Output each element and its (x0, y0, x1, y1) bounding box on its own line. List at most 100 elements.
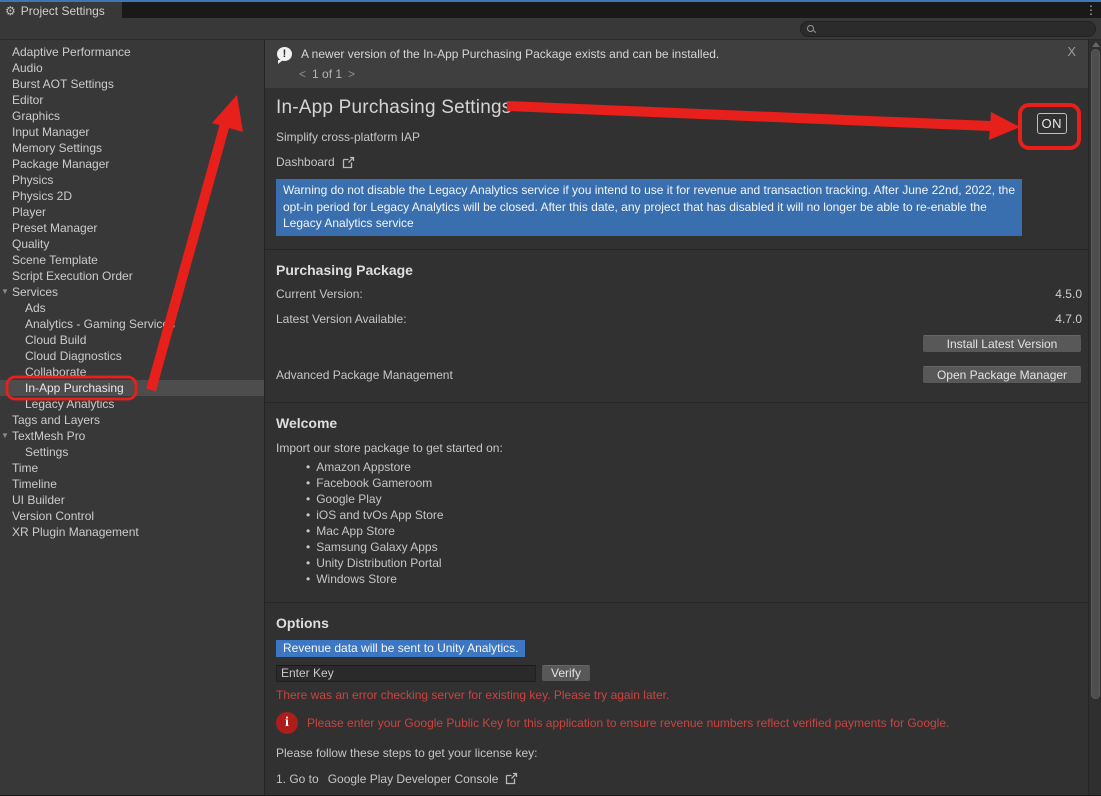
install-latest-version-button[interactable]: Install Latest Version (922, 335, 1082, 353)
purchasing-package-heading: Purchasing Package (276, 262, 1082, 278)
options-heading: Options (276, 615, 1082, 631)
sidebar-item-audio[interactable]: Audio (0, 60, 264, 76)
sidebar-item-analytics-gaming-services[interactable]: Analytics - Gaming Services (0, 316, 264, 332)
sidebar-item-label: XR Plugin Management (12, 525, 139, 539)
page-subtitle: Simplify cross-platform IAP (276, 130, 1082, 144)
error-info-icon: i (276, 712, 298, 734)
google-play-console-link[interactable]: Google Play Developer Console (328, 772, 499, 786)
sidebar-item-package-manager[interactable]: Package Manager (0, 156, 264, 172)
scroll-up-icon[interactable] (1092, 42, 1100, 47)
sidebar-item-label: Script Execution Order (12, 269, 133, 283)
verify-button[interactable]: Verify (541, 665, 591, 682)
dashboard-link[interactable]: Dashboard (276, 155, 1082, 169)
open-package-manager-button[interactable]: Open Package Manager (922, 366, 1082, 384)
sidebar-item-in-app-purchasing[interactable]: In-App Purchasing (0, 380, 264, 396)
search-box[interactable] (800, 21, 1096, 37)
sidebar-item-label: Memory Settings (12, 141, 102, 155)
sidebar-item-script-execution-order[interactable]: Script Execution Order (0, 268, 264, 284)
sidebar-item-input-manager[interactable]: Input Manager (0, 124, 264, 140)
sidebar-item-tags-and-layers[interactable]: Tags and Layers (0, 412, 264, 428)
sidebar-item-label: Ads (25, 301, 46, 315)
server-error-text: There was an error checking server for e… (276, 688, 1082, 702)
sidebar-item-graphics[interactable]: Graphics (0, 108, 264, 124)
welcome-heading: Welcome (276, 415, 1082, 431)
license-key-input[interactable] (276, 665, 536, 682)
sidebar-item-label: Scene Template (12, 253, 98, 267)
settings-sidebar: Adaptive PerformanceAudioBurst AOT Setti… (0, 40, 265, 795)
gear-icon: ⚙ (5, 5, 16, 17)
store-list: Amazon AppstoreFacebook GameroomGoogle P… (276, 459, 1082, 587)
sidebar-item-legacy-analytics[interactable]: Legacy Analytics (0, 396, 264, 412)
sidebar-item-label: Services (12, 285, 58, 299)
sidebar-item-label: Quality (12, 237, 49, 251)
external-link-icon (505, 772, 518, 785)
sidebar-item-label: Version Control (12, 509, 94, 523)
toolbar (0, 18, 1101, 40)
sidebar-item-xr-plugin-management[interactable]: XR Plugin Management (0, 524, 264, 540)
store-item-facebook-gameroom: Facebook Gameroom (306, 475, 1082, 491)
banner-message: A newer version of the In-App Purchasing… (301, 47, 719, 61)
pager-prev-icon[interactable]: < (299, 67, 306, 81)
sidebar-item-label: Preset Manager (12, 221, 97, 235)
kebab-menu-icon[interactable]: ⋮ (1085, 2, 1097, 18)
sidebar-item-physics[interactable]: Physics (0, 172, 264, 188)
sidebar-item-label: UI Builder (12, 493, 65, 507)
title-bar: ⚙ Project Settings ⋮ (0, 0, 1101, 18)
sidebar-item-label: Legacy Analytics (25, 397, 114, 411)
foldout-icon[interactable]: ▼ (1, 428, 12, 444)
sidebar-item-label: TextMesh Pro (12, 429, 85, 443)
sidebar-item-settings[interactable]: Settings (0, 444, 264, 460)
sidebar-item-textmesh-pro[interactable]: ▼TextMesh Pro (0, 428, 264, 444)
sidebar-item-timeline[interactable]: Timeline (0, 476, 264, 492)
pager-label: 1 of 1 (312, 67, 342, 81)
search-input[interactable] (816, 23, 1095, 35)
external-link-icon (342, 156, 355, 169)
close-icon[interactable]: X (1067, 44, 1076, 59)
search-icon (806, 24, 816, 34)
info-bubble-icon: ! (277, 47, 292, 61)
sidebar-item-services[interactable]: ▼Services (0, 284, 264, 300)
sidebar-item-editor[interactable]: Editor (0, 92, 264, 108)
foldout-icon[interactable]: ▼ (1, 284, 12, 300)
analytics-notice-badge: Revenue data will be sent to Unity Analy… (276, 640, 525, 657)
sidebar-item-cloud-diagnostics[interactable]: Cloud Diagnostics (0, 348, 264, 364)
page-title: In-App Purchasing Settings (276, 97, 1082, 119)
sidebar-item-time[interactable]: Time (0, 460, 264, 476)
pager-next-icon[interactable]: > (348, 67, 355, 81)
sidebar-item-label: Timeline (12, 477, 57, 491)
store-item-google-play: Google Play (306, 491, 1082, 507)
section-divider (265, 402, 1088, 403)
sidebar-item-preset-manager[interactable]: Preset Manager (0, 220, 264, 236)
sidebar-item-label: Cloud Build (25, 333, 86, 347)
sidebar-item-ui-builder[interactable]: UI Builder (0, 492, 264, 508)
welcome-intro: Import our store package to get started … (276, 441, 1082, 455)
step-1: 1. Go to Google Play Developer Console (276, 772, 1082, 786)
iap-on-toggle[interactable]: ON (1037, 113, 1068, 134)
sidebar-item-label: In-App Purchasing (25, 381, 124, 395)
sidebar-item-label: Adaptive Performance (12, 45, 131, 59)
store-item-ios-and-tvos-app-store: iOS and tvOs App Store (306, 507, 1082, 523)
sidebar-item-label: Collaborate (25, 365, 86, 379)
vertical-scrollbar[interactable] (1088, 40, 1101, 795)
sidebar-item-burst-aot-settings[interactable]: Burst AOT Settings (0, 76, 264, 92)
store-item-samsung-galaxy-apps: Samsung Galaxy Apps (306, 539, 1082, 555)
sidebar-item-collaborate[interactable]: Collaborate (0, 364, 264, 380)
sidebar-item-label: Graphics (12, 109, 60, 123)
store-item-unity-distribution-portal: Unity Distribution Portal (306, 555, 1082, 571)
main-panel: ! A newer version of the In-App Purchasi… (265, 40, 1101, 795)
sidebar-item-player[interactable]: Player (0, 204, 264, 220)
sidebar-item-cloud-build[interactable]: Cloud Build (0, 332, 264, 348)
sidebar-item-quality[interactable]: Quality (0, 236, 264, 252)
section-divider (265, 249, 1088, 250)
store-item-windows-store: Windows Store (306, 571, 1082, 587)
step-1-prefix: 1. Go to (276, 772, 319, 786)
sidebar-item-version-control[interactable]: Version Control (0, 508, 264, 524)
banner-pager: < 1 of 1 > (299, 67, 1088, 81)
advanced-package-management-label: Advanced Package Management (276, 368, 453, 382)
scrollbar-thumb[interactable] (1091, 49, 1100, 699)
sidebar-item-physics-2d[interactable]: Physics 2D (0, 188, 264, 204)
sidebar-item-ads[interactable]: Ads (0, 300, 264, 316)
sidebar-item-scene-template[interactable]: Scene Template (0, 252, 264, 268)
sidebar-item-memory-settings[interactable]: Memory Settings (0, 140, 264, 156)
sidebar-item-adaptive-performance[interactable]: Adaptive Performance (0, 44, 264, 60)
